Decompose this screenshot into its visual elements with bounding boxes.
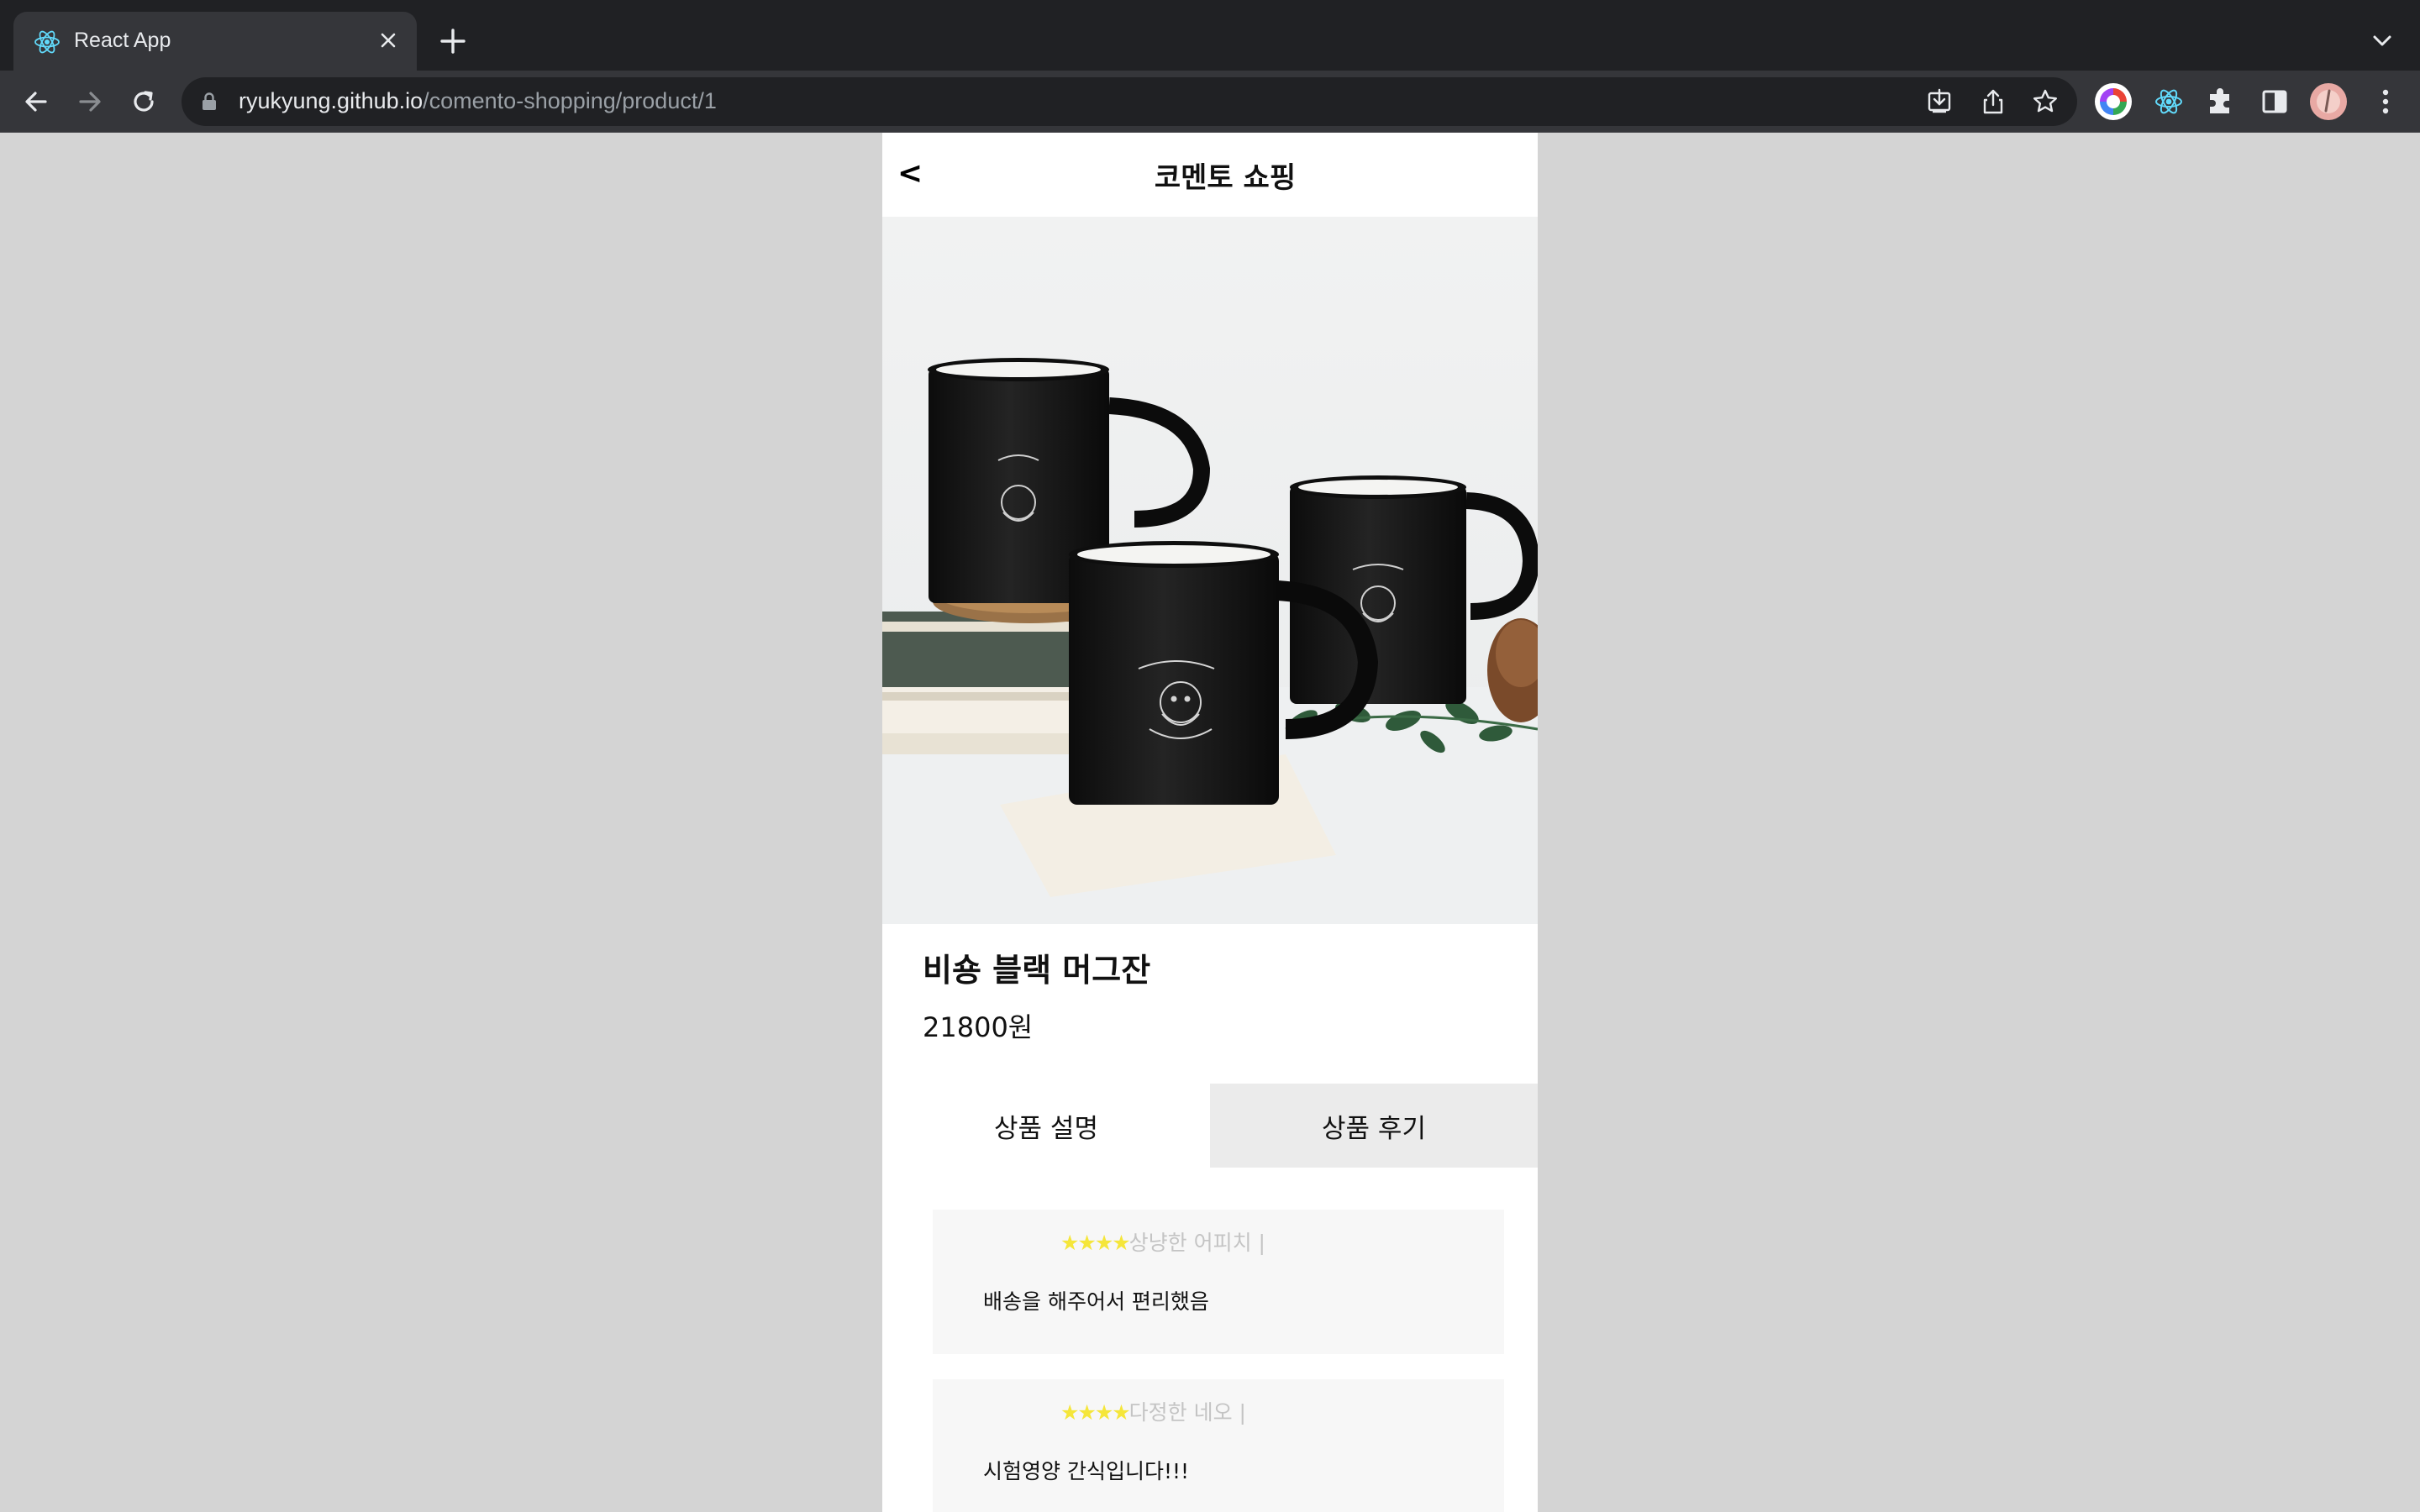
tab-reviews[interactable]: 상품 후기: [1210, 1084, 1538, 1168]
browser-tab[interactable]: React App: [13, 12, 417, 71]
reviewer-name: 상냥한 어피치 |: [1128, 1231, 1265, 1255]
page-title: 코멘토 쇼핑: [1154, 161, 1297, 195]
product-tabs: 상품 설명 상품 후기: [882, 1084, 1538, 1168]
star-rating: ★★★★: [1060, 1400, 1131, 1425]
side-panel-icon[interactable]: [2255, 82, 2294, 121]
review-text: 배송을 해주어서 편리했음: [983, 1289, 1209, 1314]
react-devtools-icon[interactable]: [2149, 82, 2188, 121]
react-icon: [34, 30, 60, 54]
browser-toolbar: ryukyung.github.io/comento-shopping/prod…: [0, 71, 2420, 133]
new-tab-plus-icon[interactable]: [435, 24, 471, 59]
review-text: 시험영양 간식입니다!!!: [983, 1459, 1190, 1483]
bookmark-star-icon[interactable]: [2030, 87, 2060, 117]
review-header: ★★★★상냥한 어피치 |: [1060, 1226, 1265, 1257]
tab-title: React App: [74, 29, 171, 52]
review-header: ★★★★다정한 네오 |: [1060, 1396, 1246, 1426]
reviewer-name: 다정한 네오 |: [1128, 1400, 1246, 1425]
url-text[interactable]: ryukyung.github.io/comento-shopping/prod…: [239, 88, 717, 114]
tab-description[interactable]: 상품 설명: [882, 1084, 1210, 1168]
url-path: /comento-shopping/product/1: [423, 88, 717, 113]
review-card: ★★★★다정한 네오 | 시험영양 간식입니다!!!: [933, 1379, 1504, 1512]
product-page: 코멘토 쇼핑 < 비숑 블랙 머그잔 21800원 상품 설명 상품 후기 ★★…: [882, 133, 1538, 1512]
color-wheel-extension-icon[interactable]: [2094, 82, 2133, 121]
url-host: ryukyung.github.io: [239, 88, 424, 113]
chevron-down-icon[interactable]: [2368, 27, 2396, 55]
lock-icon[interactable]: [200, 92, 218, 112]
avatar[interactable]: [2309, 82, 2348, 121]
back-button[interactable]: <: [897, 156, 923, 191]
more-vertical-icon[interactable]: [2366, 82, 2405, 121]
browser-tab-strip: React App: [0, 0, 2420, 71]
reload-icon[interactable]: [128, 86, 160, 118]
review-card: ★★★★상냥한 어피치 | 배송을 해주어서 편리했음: [933, 1210, 1504, 1354]
forward-arrow-icon[interactable]: [74, 86, 106, 118]
star-rating: ★★★★: [1060, 1231, 1131, 1255]
product-image: [882, 217, 1538, 924]
review-list: ★★★★상냥한 어피치 | 배송을 해주어서 편리했음 ★★★★다정한 네오 |…: [933, 1210, 1504, 1512]
share-icon[interactable]: [1978, 87, 2008, 117]
close-icon[interactable]: [373, 25, 403, 55]
address-bar[interactable]: ryukyung.github.io/comento-shopping/prod…: [182, 77, 2077, 126]
product-price: 21800원: [923, 1011, 1034, 1043]
app-header: 코멘토 쇼핑 <: [882, 133, 1538, 217]
product-name: 비숑 블랙 머그잔: [923, 952, 1151, 989]
puzzle-extensions-icon[interactable]: [2202, 82, 2240, 121]
back-arrow-icon[interactable]: [20, 86, 52, 118]
install-app-icon[interactable]: [1924, 87, 1954, 117]
